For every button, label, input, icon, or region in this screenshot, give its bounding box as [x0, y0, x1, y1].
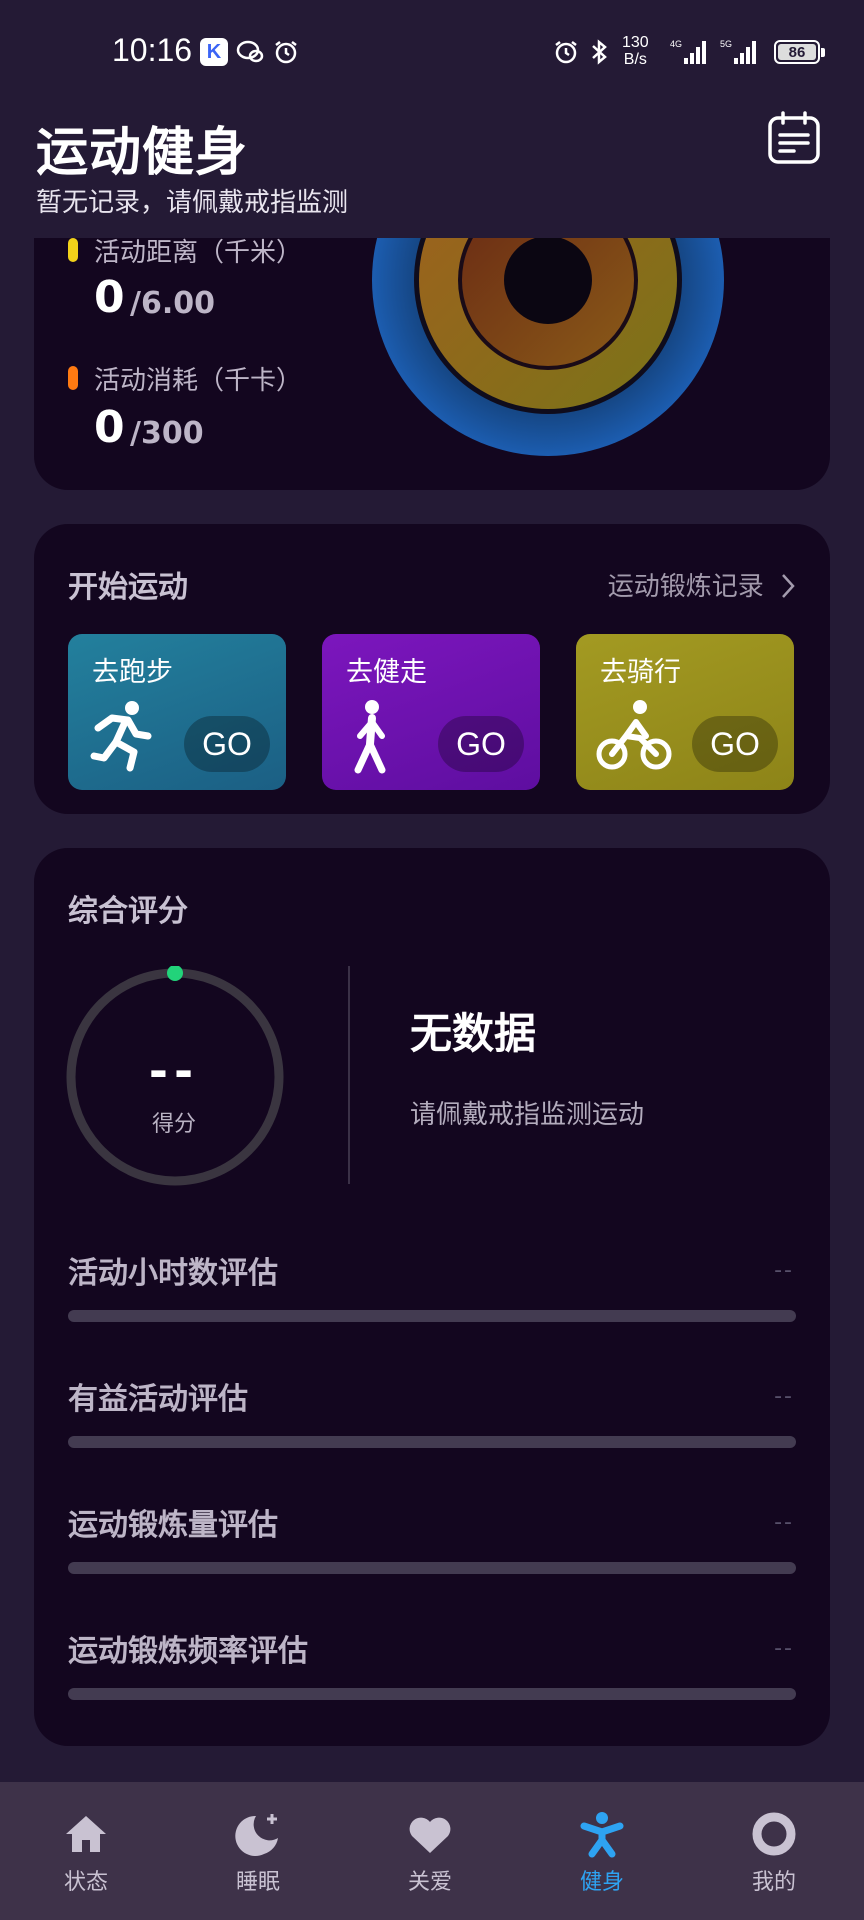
alarm-status-icon	[555, 41, 577, 64]
distance-color-marker	[68, 238, 78, 262]
nav-item-profile[interactable]: 我的	[688, 1782, 860, 1920]
eval-progress-bar	[68, 1562, 796, 1574]
network-speed: 130 B/s	[622, 34, 649, 68]
status-time: 10:16	[112, 32, 193, 68]
eval-value: --	[774, 1258, 794, 1283]
fitness-icon	[580, 1812, 624, 1858]
chat-bubble-icon	[236, 40, 264, 63]
calories-color-marker	[68, 366, 78, 390]
distance-value: 0	[94, 272, 125, 323]
overall-score-card: 综合评分 -- 得分 无数据 请佩戴戒指监测运动 活动小时数评估 -- 有益活动…	[34, 848, 830, 1746]
calories-label: 活动消耗（千卡）	[94, 366, 303, 396]
go-walking-button[interactable]: 去健走 GO	[322, 634, 540, 790]
activity-summary-card: 活动距离（千米） 0 /6.00 活动消耗（千卡） 0 /300	[34, 200, 830, 490]
eval-title: 运动锻炼频率评估	[68, 1634, 308, 1669]
score-label: 得分	[151, 1112, 196, 1137]
svg-text:4G: 4G	[670, 39, 682, 49]
score-hint: 请佩戴戒指监测运动	[410, 1100, 645, 1130]
eval-progress-bar	[68, 1688, 796, 1700]
svg-text:5G: 5G	[720, 39, 732, 49]
eval-title: 活动小时数评估	[68, 1256, 278, 1291]
bluetooth-icon	[592, 39, 607, 65]
score-ring-marker	[167, 966, 183, 981]
score-divider	[348, 966, 350, 1184]
go-walking-label[interactable]: GO	[438, 716, 524, 772]
start-exercise-card: 开始运动 运动锻炼记录 去跑步 GO 去健走 GO 去骑行 GO	[34, 524, 830, 814]
nav-item-care[interactable]: 关爱	[344, 1782, 516, 1920]
signal-4g-icon: 4G	[670, 39, 706, 64]
start-exercise-title: 开始运动	[68, 570, 188, 605]
go-cycling-label[interactable]: GO	[692, 716, 778, 772]
nav-item-fitness[interactable]: 健身	[516, 1782, 688, 1920]
activity-rings-chart	[372, 200, 724, 456]
calories-goal: /300	[130, 416, 204, 451]
app-notification-icon: K	[200, 38, 228, 66]
moon-icon	[235, 1814, 278, 1856]
eval-progress-bar	[68, 1310, 796, 1322]
eval-value: --	[774, 1510, 794, 1535]
eval-title: 有益活动评估	[68, 1382, 248, 1417]
eval-value: --	[774, 1636, 794, 1661]
calendar-icon[interactable]	[766, 110, 822, 166]
bottom-nav: 状态 睡眠 关爱 健身 我的	[0, 1782, 864, 1920]
cycling-icon	[596, 700, 672, 770]
nav-item-status[interactable]: 状态	[0, 1782, 172, 1920]
nav-item-sleep[interactable]: 睡眠	[172, 1782, 344, 1920]
go-running-button[interactable]: 去跑步 GO	[68, 634, 286, 790]
page-title: 运动健身	[36, 123, 249, 183]
heart-icon	[409, 1817, 451, 1853]
home-icon	[66, 1816, 106, 1852]
page-subtitle: 暂无记录，请佩戴戒指监测	[36, 188, 349, 218]
profile-icon	[752, 1812, 796, 1856]
eval-title: 运动锻炼量评估	[68, 1508, 278, 1543]
score-value: --	[148, 1044, 200, 1098]
chevron-right-icon	[782, 574, 795, 598]
eval-value: --	[774, 1384, 794, 1409]
overall-score-title: 综合评分	[68, 894, 188, 929]
go-running-label[interactable]: GO	[184, 716, 270, 772]
score-status: 无数据	[410, 1009, 537, 1058]
alarm-icon	[275, 41, 297, 64]
status-bar: 10:16 K 130 B/s 4G 5G 86	[0, 0, 864, 104]
exercise-records-link[interactable]: 运动锻炼记录	[608, 566, 796, 603]
distance-goal: /6.00	[130, 286, 215, 321]
calories-value: 0	[94, 402, 125, 453]
walking-icon	[354, 700, 386, 774]
battery-icon: 86	[774, 40, 825, 64]
page-header: 运动健身 暂无记录，请佩戴戒指监测	[0, 104, 864, 238]
signal-5g-icon: 5G	[720, 39, 756, 64]
go-cycling-button[interactable]: 去骑行 GO	[576, 634, 794, 790]
running-icon	[90, 701, 152, 772]
eval-progress-bar	[68, 1436, 796, 1448]
